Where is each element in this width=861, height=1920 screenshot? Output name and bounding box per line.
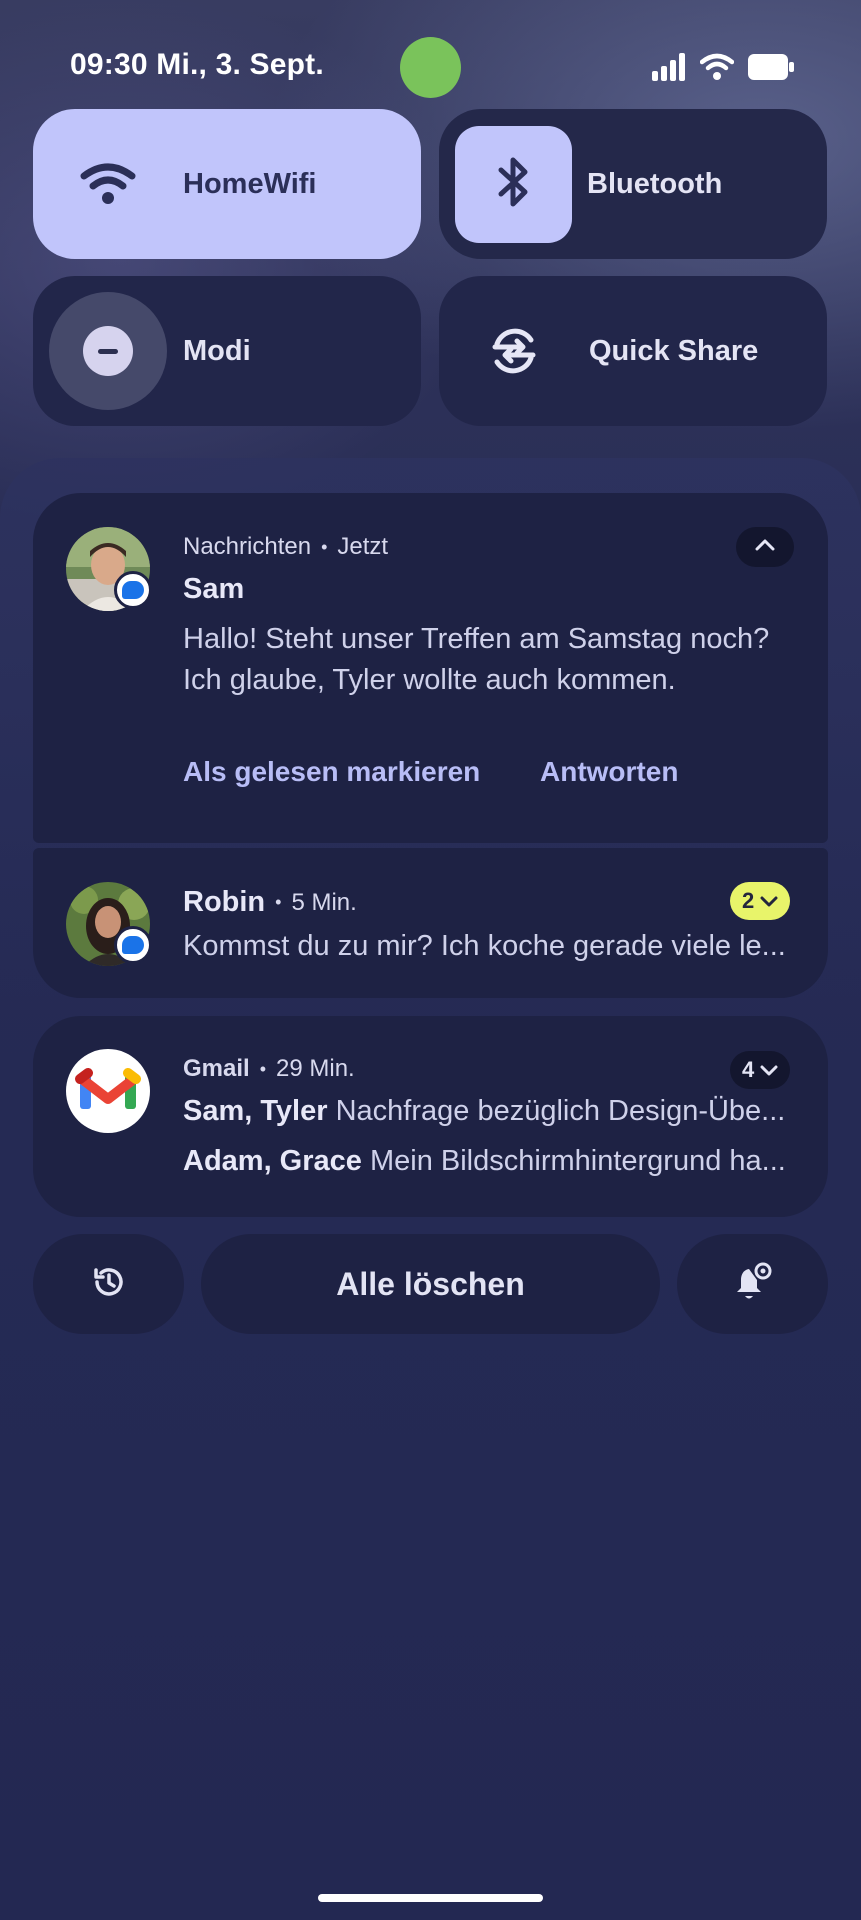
notification-header: Robin • 5 Min. — [183, 886, 357, 919]
do-not-disturb-icon — [83, 326, 133, 376]
chevron-up-icon — [755, 538, 775, 556]
notification-messages-robin[interactable]: Robin • 5 Min. 2 Kommst du zu mir? Ich k… — [33, 848, 828, 998]
battery-icon — [748, 53, 794, 86]
thread-subject: Nachfrage bezüglich Design-Übe... — [335, 1095, 786, 1127]
thread-senders: Sam, Tyler — [183, 1095, 328, 1127]
message-line-2: Ich glaube, Tyler wollte auch kommen. — [183, 664, 676, 696]
reply-button[interactable]: Antworten — [540, 756, 678, 788]
tile-quick-share[interactable]: Quick Share — [439, 276, 827, 426]
notification-messages-sam[interactable]: Nachrichten • Jetzt Sam Hallo! Steht uns… — [33, 493, 828, 843]
sender-name: Robin — [183, 886, 266, 918]
notification-history-button[interactable] — [33, 1234, 184, 1334]
history-icon — [91, 1264, 127, 1305]
count-value: 2 — [742, 888, 755, 913]
thread-subject: Mein Bildschirmhintergrund ha... — [369, 1145, 786, 1177]
status-bar: 09:30 Mi., 3. Sept. — [0, 0, 861, 100]
email-thread-row[interactable]: Sam, Tyler Nachfrage bezüglich Design-Üb… — [183, 1095, 823, 1128]
separator-dot: • — [259, 1058, 267, 1079]
notification-header: Gmail • 29 Min. — [183, 1055, 355, 1083]
signal-icon — [652, 52, 686, 86]
app-name: Gmail — [183, 1055, 250, 1082]
wifi-icon — [699, 53, 735, 86]
clear-all-button[interactable]: Alle löschen — [201, 1234, 660, 1334]
notification-time: 29 Min. — [276, 1055, 355, 1082]
camera-indicator — [400, 37, 461, 98]
expand-count-button[interactable]: 4 — [730, 1051, 791, 1089]
bluetooth-toggle[interactable] — [455, 125, 572, 243]
message-line-1: Hallo! Steht unser Treffen am Samstag no… — [183, 623, 770, 655]
count-value: 4 — [742, 1057, 755, 1082]
messages-app-badge — [114, 926, 152, 964]
status-icons — [652, 52, 794, 86]
chat-bubble-icon — [122, 581, 144, 599]
thread-senders: Adam, Grace — [183, 1145, 362, 1177]
email-thread-row[interactable]: Adam, Grace Mein Bildschirmhintergrund h… — [183, 1145, 823, 1178]
notification-gmail[interactable]: Gmail • 29 Min. 4 Sam, Tyler Nachfrage b… — [33, 1016, 828, 1217]
tile-quick-share-label: Quick Share — [589, 334, 759, 367]
separator-dot: • — [275, 892, 282, 912]
status-time-date: 09:30 Mi., 3. Sept. — [70, 48, 324, 81]
app-name: Nachrichten — [183, 533, 312, 560]
expand-count-button[interactable]: 2 — [730, 882, 791, 920]
mark-read-button[interactable]: Als gelesen markieren — [183, 756, 480, 788]
tile-wifi-label: HomeWifi — [183, 167, 317, 200]
tile-wifi[interactable]: HomeWifi — [33, 109, 421, 259]
collapse-button[interactable] — [736, 527, 794, 567]
bluetooth-icon — [497, 156, 531, 213]
gmail-icon — [66, 1049, 150, 1133]
sender-name: Sam — [183, 573, 245, 605]
message-preview: Kommst du zu mir? Ich koche gerade viele… — [183, 930, 786, 962]
tile-bluetooth-label: Bluetooth — [587, 167, 723, 200]
notification-time: Jetzt — [337, 533, 389, 560]
separator-dot: • — [321, 536, 328, 557]
chevron-down-icon — [760, 1057, 778, 1083]
quick-share-icon — [439, 276, 589, 426]
home-indicator[interactable] — [318, 1894, 543, 1902]
chat-bubble-icon — [122, 936, 144, 954]
chevron-down-icon — [760, 888, 778, 914]
wifi-icon — [33, 109, 183, 259]
tile-modes-label: Modi — [183, 334, 251, 367]
notification-header: Nachrichten • Jetzt — [183, 533, 388, 561]
clear-all-label: Alle löschen — [336, 1265, 525, 1302]
modes-toggle[interactable] — [49, 292, 167, 410]
notification-settings-button[interactable] — [677, 1234, 828, 1334]
tile-modes[interactable]: Modi — [33, 276, 421, 426]
bell-settings-icon — [733, 1261, 773, 1308]
tile-bluetooth[interactable]: Bluetooth — [439, 109, 827, 259]
notification-time: 5 Min. — [291, 888, 357, 916]
messages-app-badge — [114, 571, 152, 609]
